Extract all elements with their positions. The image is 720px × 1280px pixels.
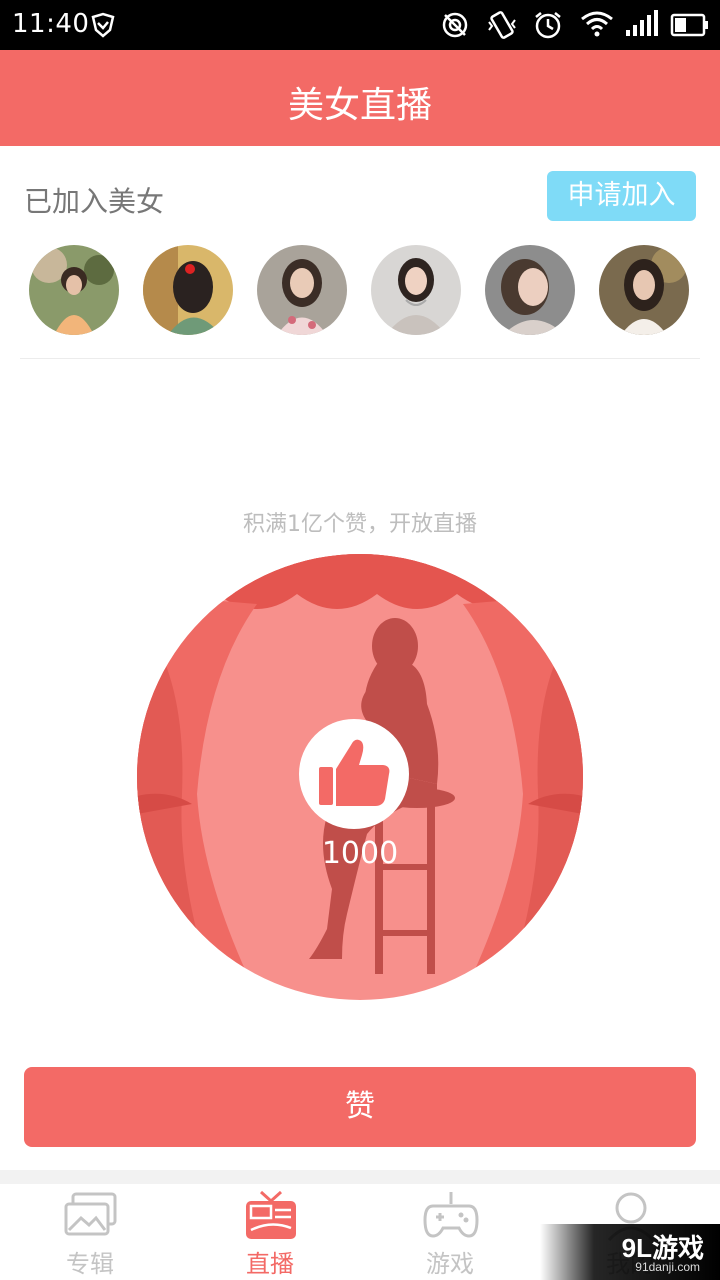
like-button[interactable]: 赞 — [24, 1067, 696, 1147]
signal-icon — [626, 10, 658, 36]
status-time: 11:40 — [12, 9, 90, 39]
avatar[interactable] — [29, 245, 119, 335]
avatar[interactable] — [371, 245, 461, 335]
wifi-icon — [581, 11, 613, 37]
avatar[interactable] — [143, 245, 233, 335]
avatar[interactable] — [485, 245, 575, 335]
tab-games[interactable]: 游戏 — [360, 1184, 540, 1280]
alarm-icon — [535, 12, 561, 39]
shield-icon — [91, 12, 115, 38]
like-thumb-button[interactable] — [299, 719, 409, 829]
thumbs-up-icon — [319, 739, 390, 806]
tab-album[interactable]: 专辑 — [0, 1184, 180, 1280]
status-bar: 11:40 — [0, 0, 720, 50]
like-count: 1000 — [321, 836, 399, 871]
tab-games-label: 游戏 — [426, 1250, 474, 1278]
tv-icon — [246, 1190, 296, 1239]
avatar[interactable] — [257, 245, 347, 335]
watermark: 9L游戏 91danji.com — [540, 1224, 720, 1280]
tab-album-label: 专辑 — [66, 1250, 114, 1278]
tab-live-label: 直播 — [246, 1250, 294, 1278]
tabbar-separator — [0, 1170, 720, 1184]
vibrate-icon — [488, 11, 516, 39]
no-sync-icon — [442, 12, 468, 38]
page-title: 美女直播 — [287, 85, 432, 126]
section-divider — [20, 358, 700, 359]
apply-join-button[interactable]: 申请加入 — [547, 171, 696, 221]
gamepad-icon — [423, 1192, 479, 1238]
album-icon — [64, 1192, 117, 1236]
app-header: 美女直播 — [0, 50, 720, 146]
watermark-url: 91danji.com — [635, 1260, 700, 1274]
battery-icon — [670, 13, 708, 37]
avatar[interactable] — [599, 245, 689, 335]
live-tip: 积满1亿个赞，开放直播 — [243, 512, 477, 537]
joined-label: 已加入美女 — [24, 185, 165, 218]
tab-live[interactable]: 直播 — [180, 1184, 360, 1280]
